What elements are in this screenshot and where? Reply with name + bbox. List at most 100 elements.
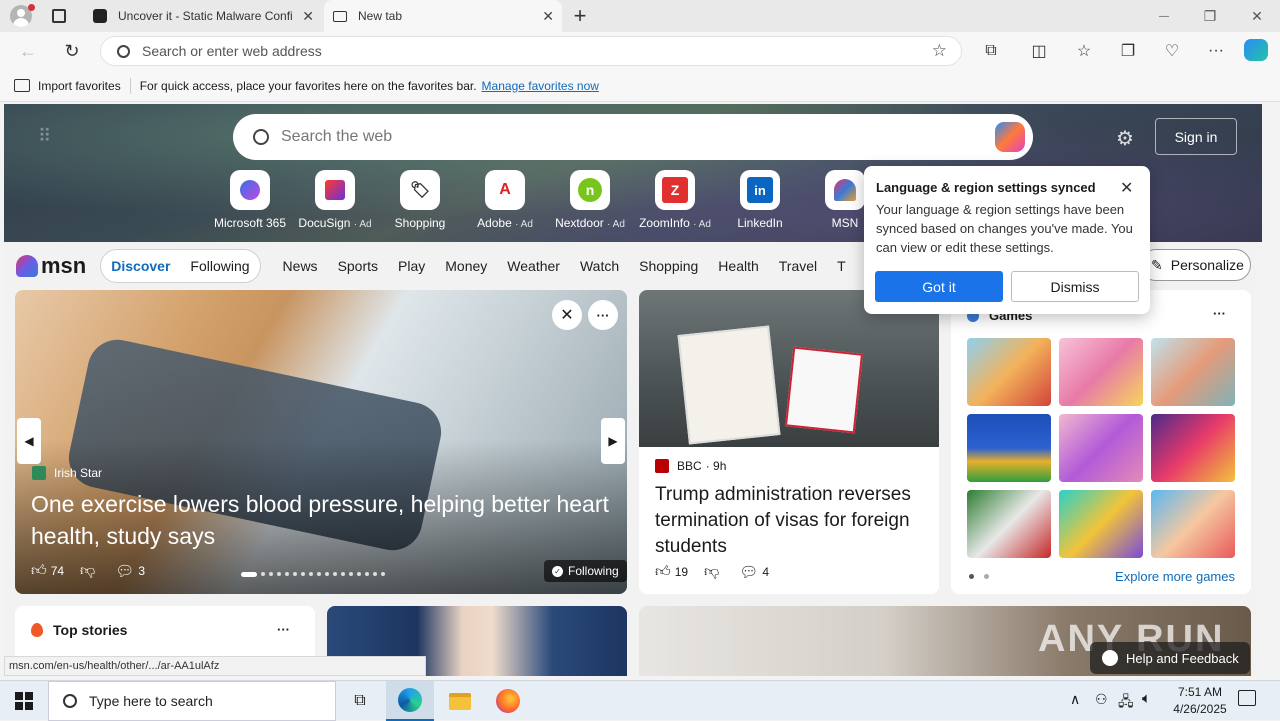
nav-shopping[interactable]: Shopping [639,258,698,274]
new-tab-button[interactable]: + [570,3,590,29]
sign-in-button[interactable]: Sign in [1155,118,1237,155]
edge-taskbar-icon[interactable] [386,681,434,721]
quick-link-docusign[interactable]: DocuSign · Ad [295,170,375,230]
notifications-icon[interactable] [1238,690,1256,706]
quick-link-nextdoor[interactable]: n Nextdoor · Ad [550,170,630,230]
like-icon[interactable]: 👍︎ [655,563,671,581]
games-more-button[interactable]: ··· [1213,306,1226,321]
tab-following[interactable]: Following [190,258,249,274]
game-tile[interactable] [1059,338,1143,406]
clock[interactable]: 7:51 AM 4/26/2025 [1168,684,1232,718]
nav-news[interactable]: News [283,258,318,274]
apps-grid-icon[interactable]: ⠿ [38,126,52,147]
split-screen-icon[interactable]: ◫ [1026,39,1052,63]
network-icon[interactable]: 🖧︎ [1118,691,1134,715]
dislike-icon[interactable]: 👎︎ [80,562,95,580]
top-stories-more-button[interactable]: ··· [277,622,290,637]
nav-health[interactable]: Health [718,258,758,274]
side-story-card[interactable]: BBC · 9h Trump administration reverses t… [639,290,939,594]
game-tile[interactable] [1151,338,1235,406]
game-tile[interactable] [1151,414,1235,482]
game-tile[interactable] [1059,490,1143,558]
extensions-icon[interactable]: ⧉ [978,39,1004,63]
task-view-icon[interactable]: ⧉ [336,681,384,721]
lead-story-card[interactable]: ✕ ··· ◀ ▶ Irish Star One exercise lowers… [15,290,627,594]
favorites-icon[interactable]: ☆ [1071,39,1097,63]
nav-truncated[interactable]: T [837,258,846,274]
close-story-button[interactable]: ✕ [552,300,582,330]
volume-icon[interactable]: 🔈︎ [1142,690,1151,707]
msn-logo[interactable]: msn [41,253,86,279]
collections-icon[interactable]: ❐ [1115,39,1141,63]
close-window-button[interactable]: ✕ [1234,0,1280,32]
firefox-icon[interactable] [484,681,532,721]
quick-link-shopping[interactable]: 🏷 Shopping [380,170,460,230]
got-it-button[interactable]: Got it [875,271,1003,302]
taskbar-search-input[interactable]: Type here to search [89,693,213,709]
game-tile[interactable] [967,414,1051,482]
game-tile[interactable] [967,490,1051,558]
quick-link-linkedin[interactable]: in LinkedIn [720,170,800,230]
copilot-search-icon[interactable] [995,122,1025,152]
import-favorites-icon[interactable] [14,79,30,92]
following-badge[interactable]: ✓ Following [544,560,627,582]
file-explorer-icon[interactable] [436,681,484,721]
dismiss-button[interactable]: Dismiss [1011,271,1139,302]
address-input[interactable]: Search or enter web address [142,43,322,59]
carousel-prev-button[interactable]: ◀ [17,418,41,464]
minimize-button[interactable]: — [1141,0,1187,32]
quick-link-adobe[interactable]: A Adobe · Ad [465,170,545,230]
web-search-box[interactable]: Search the web [233,114,1033,160]
nav-weather[interactable]: Weather [507,258,560,274]
settings-more-icon[interactable]: ··· [1203,39,1229,63]
performance-icon[interactable]: ♡ [1159,39,1185,63]
tray-chevron-icon[interactable]: ∧ [1070,691,1080,708]
lead-headline[interactable]: One exercise lowers blood pressure, help… [31,488,611,552]
story-more-button[interactable]: ··· [588,300,618,330]
explore-more-games-link[interactable]: Explore more games [1111,569,1235,584]
refresh-icon[interactable]: ↻ [59,39,85,63]
carousel-dots[interactable] [241,570,401,578]
help-feedback-button[interactable]: Help and Feedback [1090,642,1250,674]
side-headline[interactable]: Trump administration reverses terminatio… [655,482,931,560]
game-tile[interactable] [1059,414,1143,482]
nav-play[interactable]: Play [398,258,425,274]
import-favorites-button[interactable]: Import favorites [38,79,121,93]
favorite-star-icon[interactable]: ☆ [932,41,947,61]
manage-favorites-link[interactable]: Manage favorites now [482,79,599,93]
address-bar[interactable]: Search or enter web address ☆ [100,36,962,66]
nav-travel[interactable]: Travel [779,258,817,274]
carousel-next-button[interactable]: ▶ [601,418,625,464]
personalize-button[interactable]: ✎ Personalize [1140,249,1251,281]
msn-logo-icon[interactable] [16,255,38,277]
like-icon[interactable]: 👍︎ [31,562,47,580]
comment-icon[interactable]: 💬︎ [115,562,134,580]
quick-link-microsoft365[interactable]: Microsoft 365 [210,170,290,230]
nav-watch[interactable]: Watch [580,258,619,274]
nav-money[interactable]: Money [445,258,487,274]
tray-app-icon[interactable]: ⚇ [1095,691,1108,708]
page-settings-gear-icon[interactable]: ⚙ [1116,126,1134,151]
tab-discover[interactable]: Discover [111,258,170,274]
tab-close-icon[interactable]: ✕ [302,8,314,25]
web-search-input[interactable]: Search the web [281,128,392,146]
games-page-dots[interactable] [969,574,989,579]
popup-close-icon[interactable]: ✕ [1120,178,1133,198]
game-tile[interactable] [967,338,1051,406]
nav-sports[interactable]: Sports [338,258,378,274]
game-tile[interactable] [1151,490,1235,558]
copilot-icon[interactable] [1244,39,1268,61]
tab-actions-icon[interactable] [52,9,66,23]
tab-uncover-it[interactable]: Uncover it - Static Malware Confi ✕ [84,0,322,32]
start-button[interactable] [0,681,48,721]
comment-icon[interactable]: 💬︎ [739,563,758,581]
dislike-icon[interactable]: 👎︎ [704,563,719,581]
games-card: Games ··· Explore more games [951,290,1251,594]
quick-link-zoominfo[interactable]: Z ZoomInfo · Ad [635,170,715,230]
tab-close-icon[interactable]: ✕ [542,8,554,25]
back-icon[interactable]: ← [15,39,41,63]
tab-new-tab[interactable]: New tab ✕ [324,0,562,32]
feed-toggle: Discover Following [100,249,261,283]
restore-button[interactable]: ❐ [1187,0,1233,32]
taskbar-search-box[interactable]: Type here to search [48,681,336,721]
